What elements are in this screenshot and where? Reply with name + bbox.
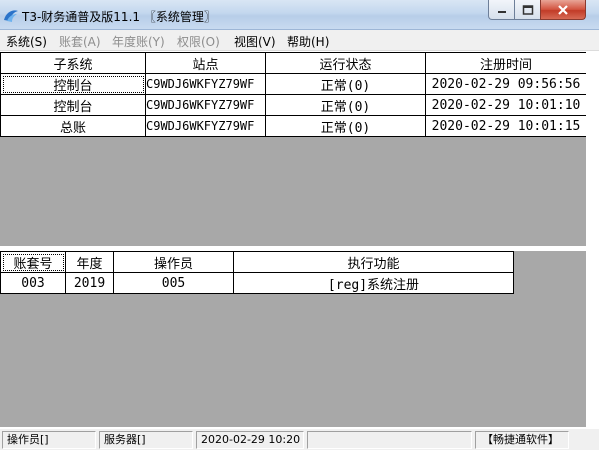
table-row[interactable]: 总账 C9WDJ6WKFYZ79WF 正常(0) 2020-02-29 10:0… bbox=[0, 115, 587, 137]
title-bar[interactable]: T3-财务通普及版11.1 〖系统管理〗 bbox=[0, 0, 599, 30]
cell-subsystem[interactable]: 总账 bbox=[0, 115, 146, 137]
column-header-operator[interactable]: 操作员 bbox=[113, 251, 234, 273]
cell-subsystem[interactable]: 控制台 bbox=[0, 94, 146, 116]
cell-register-time[interactable]: 2020-02-29 10:01:15 bbox=[425, 115, 587, 137]
menu-view[interactable]: 视图(V) bbox=[234, 33, 276, 50]
cell-subsystem[interactable]: 控制台 bbox=[0, 73, 146, 95]
status-datetime: 2020-02-29 10:20 bbox=[196, 431, 304, 449]
menu-annual-account[interactable]: 年度账(Y) bbox=[112, 33, 165, 50]
column-header-station[interactable]: 站点 bbox=[145, 52, 266, 74]
task-table[interactable]: 账套号 年度 操作员 执行功能 003 2019 005 [reg]系统注册 bbox=[0, 251, 514, 294]
cell-station[interactable]: C9WDJ6WKFYZ79WF bbox=[145, 73, 266, 95]
table-row[interactable]: 控制台 C9WDJ6WKFYZ79WF 正常(0) 2020-02-29 09:… bbox=[0, 73, 587, 95]
column-header-year[interactable]: 年度 bbox=[65, 251, 114, 273]
close-button[interactable] bbox=[540, 0, 586, 20]
cell-register-time[interactable]: 2020-02-29 10:01:10 bbox=[425, 94, 587, 116]
window-right-border bbox=[586, 52, 599, 428]
minimize-button[interactable] bbox=[488, 0, 515, 20]
menu-bar: 系统(S) 账套(A) 年度账(Y) 权限(O) 视图(V) 帮助(H) bbox=[0, 30, 599, 51]
maximize-button[interactable] bbox=[514, 0, 541, 20]
cell-year[interactable]: 2019 bbox=[65, 272, 114, 294]
table-header-row: 账套号 年度 操作员 执行功能 bbox=[0, 251, 514, 273]
close-icon bbox=[558, 4, 568, 15]
column-header-account-set-no[interactable]: 账套号 bbox=[0, 251, 66, 273]
menu-account-set[interactable]: 账套(A) bbox=[59, 33, 101, 50]
cell-account-set-no[interactable]: 003 bbox=[0, 272, 66, 294]
menu-system[interactable]: 系统(S) bbox=[6, 33, 47, 50]
table-row[interactable]: 控制台 C9WDJ6WKFYZ79WF 正常(0) 2020-02-29 10:… bbox=[0, 94, 587, 116]
minimize-icon bbox=[497, 10, 506, 13]
cell-station[interactable]: C9WDJ6WKFYZ79WF bbox=[145, 115, 266, 137]
subsystem-table[interactable]: 子系统 站点 运行状态 注册时间 控制台 C9WDJ6WKFYZ79WF 正常(… bbox=[0, 52, 587, 137]
table-header-row: 子系统 站点 运行状态 注册时间 bbox=[0, 52, 587, 74]
cell-run-status[interactable]: 正常(0) bbox=[265, 94, 426, 116]
cell-function[interactable]: [reg]系统注册 bbox=[233, 272, 514, 294]
status-brand: 【畅捷通软件】 bbox=[475, 431, 569, 449]
cell-run-status[interactable]: 正常(0) bbox=[265, 73, 426, 95]
cell-run-status[interactable]: 正常(0) bbox=[265, 115, 426, 137]
column-header-run-status[interactable]: 运行状态 bbox=[265, 52, 426, 74]
cell-station[interactable]: C9WDJ6WKFYZ79WF bbox=[145, 94, 266, 116]
column-header-subsystem[interactable]: 子系统 bbox=[0, 52, 146, 74]
menu-help[interactable]: 帮助(H) bbox=[287, 33, 329, 50]
maximize-icon bbox=[522, 4, 533, 15]
status-bar: 操作员[] 服务器[] 2020-02-29 10:20 【畅捷通软件】 bbox=[0, 428, 599, 450]
column-header-register-time[interactable]: 注册时间 bbox=[425, 52, 587, 74]
window-title: T3-财务通普及版11.1 〖系统管理〗 bbox=[22, 10, 216, 24]
cell-register-time[interactable]: 2020-02-29 09:56:56 bbox=[425, 73, 587, 95]
app-logo-icon bbox=[4, 10, 18, 22]
status-operator: 操作员[] bbox=[2, 431, 96, 449]
table-row[interactable]: 003 2019 005 [reg]系统注册 bbox=[0, 272, 514, 294]
status-server: 服务器[] bbox=[99, 431, 193, 449]
status-spacer bbox=[307, 431, 472, 449]
menu-permission[interactable]: 权限(O) bbox=[177, 33, 220, 50]
subsystem-pane[interactable]: 子系统 站点 运行状态 注册时间 控制台 C9WDJ6WKFYZ79WF 正常(… bbox=[0, 52, 587, 248]
cell-operator[interactable]: 005 bbox=[113, 272, 234, 294]
task-pane[interactable]: 账套号 年度 操作员 执行功能 003 2019 005 [reg]系统注册 bbox=[0, 251, 586, 427]
column-header-function[interactable]: 执行功能 bbox=[233, 251, 514, 273]
